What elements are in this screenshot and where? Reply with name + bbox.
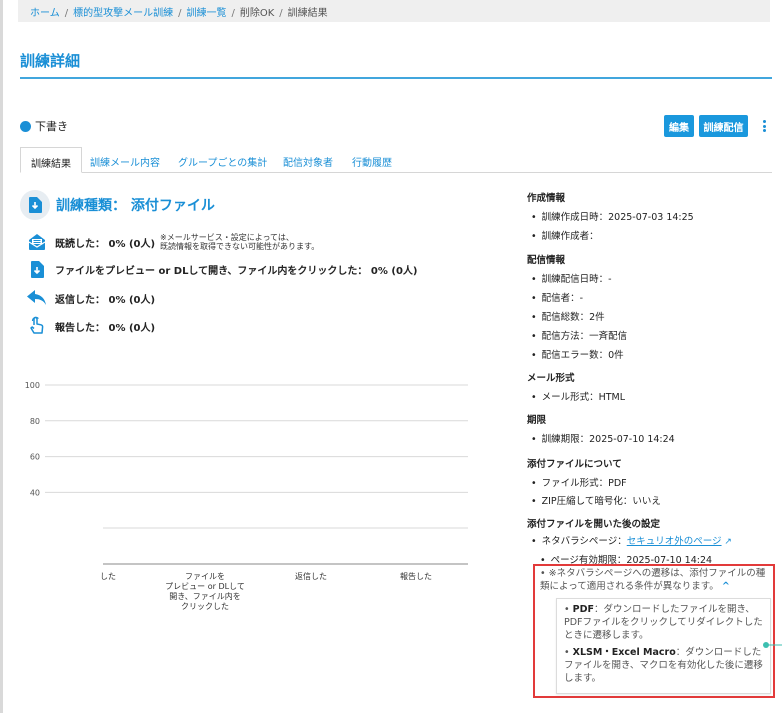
condition-pdf-term: PDF [572,604,594,615]
more-menu-icon[interactable] [760,118,768,134]
metric-replied: 返信した： 0% (0人) [27,288,155,308]
reply-icon [27,288,47,308]
metric-read-label: 既読した： 0% (0人) [55,238,156,250]
metric-file-opened: ファイルをプレビュー or DLして開き、ファイル内をクリックした： 0% (0… [27,259,417,279]
y-tick-label: 60 [30,453,40,462]
condition-xlsm: • XLSM・Excel Macro：ダウンロードしたファイルを開き、マクロを有… [564,647,763,684]
condition-pdf: • PDF：ダウンロードしたファイルを開き、PDFファイルをクリックしてリダイレ… [564,604,763,641]
sidebar-item: 配信方法：一斉配信 [531,328,628,342]
x-tick-label: した [100,572,116,581]
condition-xlsm-term: XLSM・Excel Macro [572,647,676,658]
sidebar-item: 訓練作成日時：2025-07-03 14:25 [531,209,694,223]
breadcrumb-training-name: 削除OK [239,8,275,19]
page-title: 訓練詳細 [20,52,81,70]
status-label: 下書き [35,120,68,133]
file-download-icon [20,190,50,220]
tab-group-summary[interactable]: グループごとの集計 [178,147,267,173]
y-tick-label: 80 [30,417,40,426]
deliver-button[interactable]: 訓練配信 [699,115,748,137]
pointer-hand-icon [27,316,47,336]
y-tick-label: 40 [30,488,40,497]
edit-button[interactable]: 編集 [664,115,694,137]
sidebar-heading: 添付ファイルについて [527,459,622,470]
read-note: ※メールサービス・設定によっては、 既読情報を取得できない可能性があります。 [160,233,320,251]
breadcrumb-current: 訓練結果 [287,8,328,19]
y-tick-label: 100 [25,381,40,390]
metric-read: 既読した： 0% (0人) [27,232,155,252]
annotation-connector [763,642,782,648]
envelope-open-icon [27,232,47,252]
tab-activity-log[interactable]: 行動履歴 [352,147,392,173]
chevron-up-icon[interactable]: ^ [722,581,730,592]
x-tick-label: 返信した [295,571,327,581]
metric-replied-label: 返信した： 0% (0人) [55,294,156,306]
sidebar-heading: 配信情報 [527,255,566,266]
status-badge: 下書き [20,118,68,134]
sidebar-heading: メール形式 [527,373,575,384]
tab-recipients[interactable]: 配信対象者 [283,147,333,173]
tab-bar: 訓練結果 訓練メール内容 グループごとの集計 配信対象者 行動履歴 [20,147,772,173]
sidebar-item: 配信総数：2件 [531,309,605,323]
breadcrumb-training-list[interactable]: 訓練一覧 [186,8,226,19]
neta-page-setting: ネタバラシページ：セキュリオ外のページ ↗ [531,533,732,547]
sidebar-item: ZIP圧縮して暗号化：いいえ [531,493,661,507]
sidebar-heading: 期限 [527,415,547,426]
results-bar-chart: 40 60 80 100 した ファイルをプレビュー or DLして開き、ファイル内をクリ… [25,381,468,611]
x-tick-label: ファイルをプレビュー or DLして開き、ファイル内をクリックした [165,572,245,611]
status-dot-icon [20,120,31,132]
tab-results[interactable]: 訓練結果 [20,147,82,173]
metric-reported: 報告した： 0% (0人) [27,316,155,336]
transition-warning-text: ※ネタバラシページへの遷移は、添付ファイルの種類によって適用される条件が異なりま… [540,568,766,592]
sidebar-item: ファイル形式：PDF [531,475,627,489]
breadcrumb-phishing-training[interactable]: 標的型攻撃メール訓練 [73,8,173,19]
transition-warning-bullet: • [540,568,546,579]
sidebar-item: 配信者：- [531,290,583,304]
sidebar-heading: 添付ファイルを開いた後の設定 [527,519,661,530]
external-page-link[interactable]: セキュリオ外のページ [627,536,722,547]
transition-warning: • ※ネタバラシページへの遷移は、添付ファイルの種類によって適用される条件が異な… [540,567,770,593]
title-divider [20,77,772,79]
breadcrumb: ホーム / 標的型攻撃メール訓練 / 訓練一覧 / 削除OK / 訓練結果 [18,0,770,22]
training-type: 訓練種類： 添付ファイル [20,190,215,220]
sidebar-item: メール形式：HTML [531,389,625,403]
tab-mail-content[interactable]: 訓練メール内容 [90,147,160,173]
metric-reported-label: 報告した： 0% (0人) [55,322,156,334]
training-type-label: 訓練種類： 添付ファイル [56,198,215,214]
sidebar-heading: 作成情報 [527,193,566,204]
sidebar-item: 訓練配信日時：- [531,271,612,285]
metric-file-opened-label: ファイルをプレビュー or DLして開き、ファイル内をクリックした： 0% (0… [55,265,418,277]
sidebar-item: 訓練期限：2025-07-10 14:24 [531,431,675,445]
breadcrumb-home[interactable]: ホーム [30,8,60,19]
x-tick-label: 報告した [400,571,432,581]
sidebar-item: 訓練作成者： [531,228,599,242]
external-link-icon[interactable]: ↗ [722,537,732,547]
sidebar-item: 配信エラー数：0件 [531,347,624,361]
file-download-icon [27,259,47,279]
neta-label: ネタバラシページ： [541,536,627,547]
condition-pdf-text: ：ダウンロードしたファイルを開き、PDFファイルをクリックしてリダイレクトしたと… [564,604,763,641]
